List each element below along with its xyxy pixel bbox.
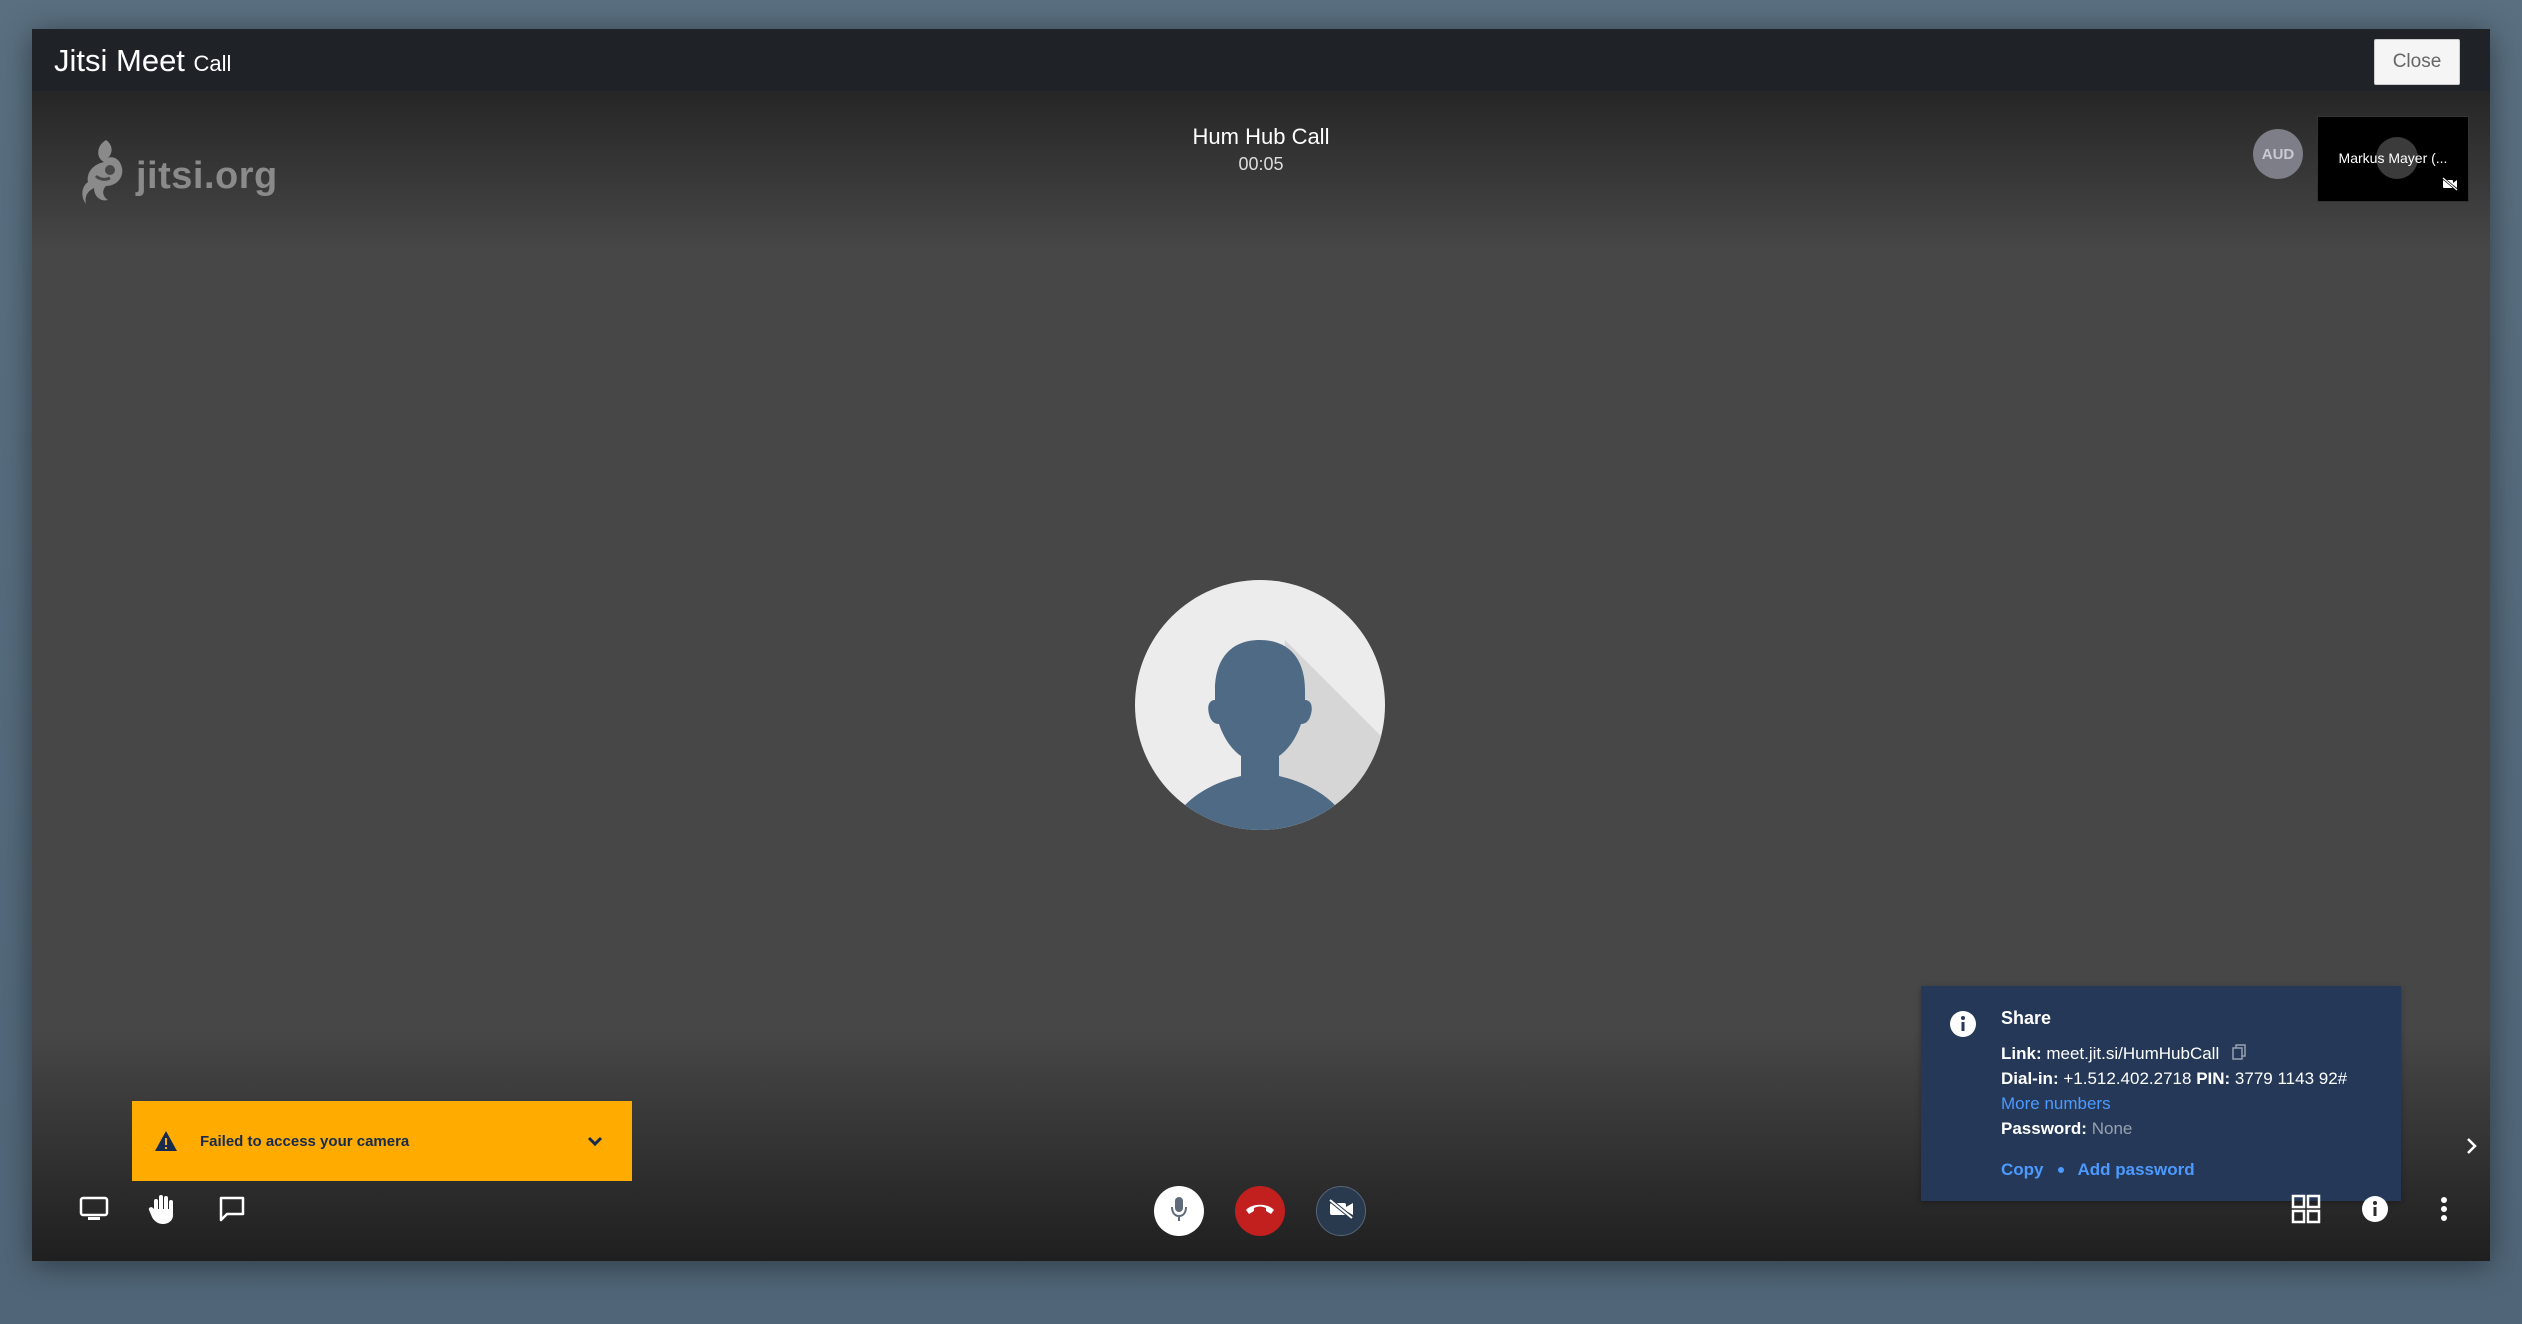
tile-view-icon <box>2291 1194 2321 1229</box>
chat-icon <box>218 1195 246 1228</box>
modal-title: Jitsi Meet Call <box>54 43 231 79</box>
camera-off-icon <box>2442 177 2458 196</box>
participant-avatar <box>1135 580 1385 830</box>
audio-participant-avatar[interactable]: AUD <box>2253 129 2303 179</box>
screen-share-button[interactable] <box>69 1186 119 1236</box>
chevron-right-icon[interactable] <box>2465 1136 2479 1161</box>
share-dialin-row: Dial-in: +1.512.402.2718 PIN: 3779 1143 … <box>2001 1069 2347 1089</box>
more-options-button[interactable] <box>2419 1186 2469 1236</box>
share-info-panel: Share Link: meet.jit.si/HumHubCall Dial-… <box>1921 986 2401 1201</box>
modal-title-text: Jitsi Meet <box>54 43 185 78</box>
password-value: None <box>2091 1119 2133 1138</box>
dialin-label: Dial-in: <box>2001 1069 2059 1088</box>
close-button[interactable]: Close <box>2374 39 2460 85</box>
microphone-button[interactable] <box>1154 1186 1204 1236</box>
tile-view-button[interactable] <box>2281 1186 2331 1236</box>
password-label: Password: <box>2001 1119 2087 1138</box>
copy-icon[interactable] <box>2232 1044 2246 1065</box>
info-button[interactable] <box>2350 1186 2400 1236</box>
add-password-button[interactable]: Add password <box>2078 1160 2195 1180</box>
more-options-icon <box>2440 1196 2448 1227</box>
copy-button[interactable]: Copy <box>2001 1160 2044 1180</box>
dialin-number: +1.512.402.2718 <box>2063 1069 2192 1088</box>
notification-message: Failed to access your camera <box>200 1132 410 1150</box>
jitsi-call-modal: Jitsi Meet Call Close jitsi.org Hum Hub … <box>32 29 2490 1261</box>
camera-off-icon <box>1327 1197 1355 1225</box>
microphone-icon <box>1169 1195 1189 1228</box>
info-icon <box>2361 1195 2389 1228</box>
screen-share-icon <box>79 1196 109 1227</box>
thumbnail-display-name: Markus Mayer (... <box>2338 150 2448 166</box>
link-label: Link: <box>2001 1044 2042 1063</box>
pin-value: 3779 1143 92# <box>2234 1069 2348 1088</box>
camera-toggle-button[interactable] <box>1316 1186 1366 1236</box>
chat-button[interactable] <box>207 1186 257 1236</box>
video-stage: jitsi.org Hum Hub Call 00:05 AUD Markus … <box>32 91 2490 1261</box>
pin-label: PIN: <box>2196 1069 2231 1088</box>
call-timer: 00:05 <box>1238 154 1284 174</box>
raise-hand-button[interactable] <box>138 1186 188 1236</box>
warning-icon <box>154 1130 178 1152</box>
raise-hand-icon <box>148 1193 178 1230</box>
call-title: Hum Hub Call <box>1192 124 1330 149</box>
chevron-down-icon[interactable] <box>586 1135 604 1147</box>
more-numbers-link[interactable]: More numbers <box>2001 1094 2111 1114</box>
modal-subtitle: Call <box>193 51 232 76</box>
separator-dot <box>2057 1167 2064 1173</box>
modal-header: Jitsi Meet Call Close <box>32 29 2490 91</box>
share-title: Share <box>2001 1008 2052 1028</box>
camera-error-notification[interactable]: Failed to access your camera <box>132 1101 632 1181</box>
local-video-thumbnail[interactable]: Markus Mayer (... <box>2317 116 2469 202</box>
share-password-row: Password: None <box>2001 1119 2132 1139</box>
share-link-row: Link: meet.jit.si/HumHubCall <box>2001 1044 2246 1065</box>
hangup-icon <box>1244 1201 1276 1222</box>
meeting-link[interactable]: meet.jit.si/HumHubCall <box>2046 1044 2219 1063</box>
info-icon <box>1949 1010 1977 1043</box>
share-actions: Copy Add password <box>2001 1160 2195 1180</box>
hangup-button[interactable] <box>1235 1186 1285 1236</box>
